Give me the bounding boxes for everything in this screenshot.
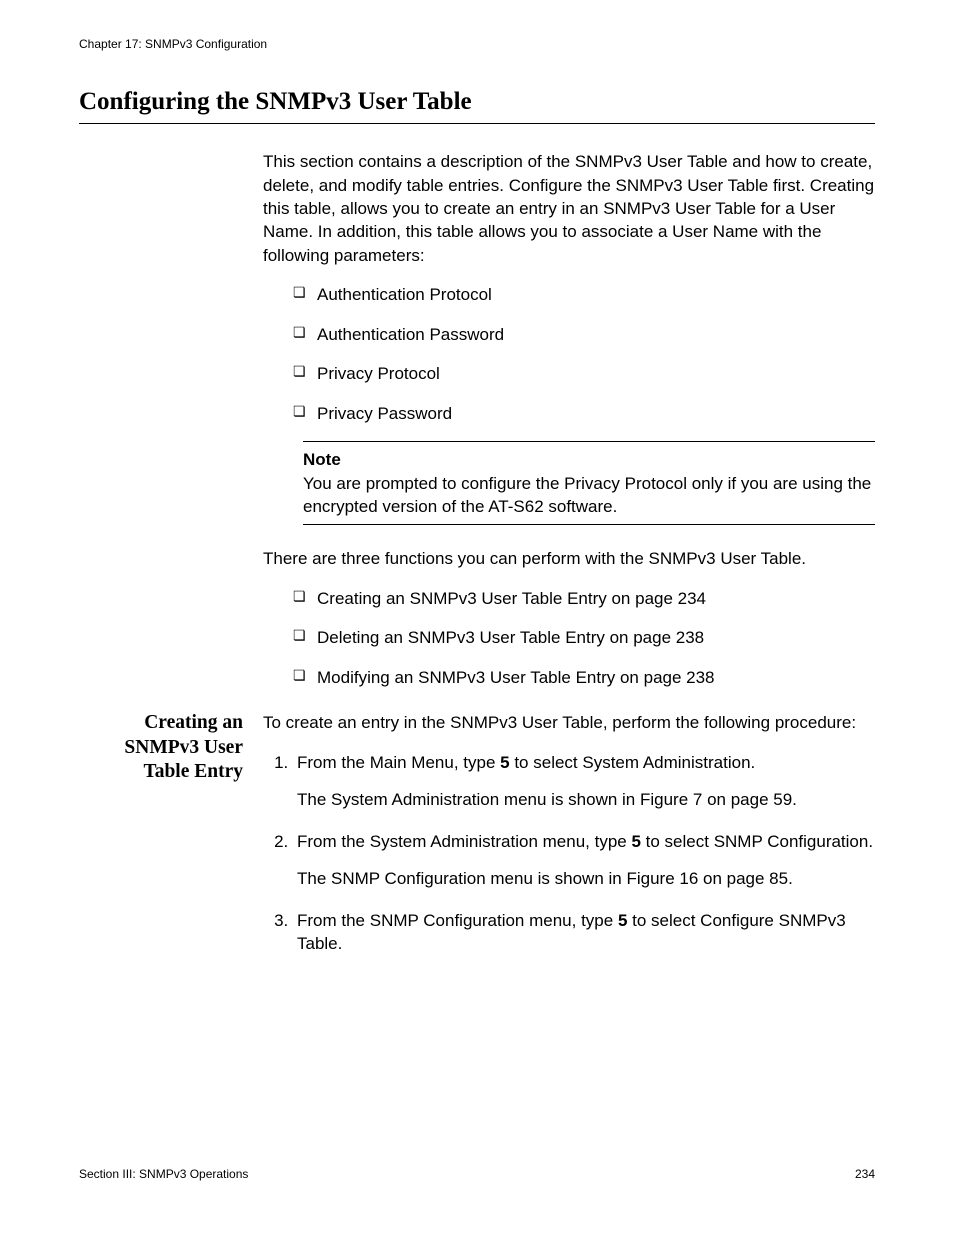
step-text-post: to select SNMP Configuration. — [641, 832, 873, 851]
step-key: 5 — [631, 832, 640, 851]
running-header: Chapter 17: SNMPv3 Configuration — [79, 36, 875, 53]
list-item: Authentication Password — [293, 323, 875, 346]
subsection-heading: Creating an SNMPv3 User Table Entry — [79, 711, 263, 969]
intro-paragraph: This section contains a description of t… — [263, 150, 875, 267]
step-result: The SNMP Configuration menu is shown in … — [297, 867, 875, 890]
note-label: Note — [303, 448, 875, 471]
step-text-pre: From the System Administration menu, typ… — [297, 832, 631, 851]
page-footer: Section III: SNMPv3 Operations 234 — [79, 1166, 875, 1183]
note-text: You are prompted to configure the Privac… — [303, 472, 875, 519]
step-item: From the System Administration menu, typ… — [293, 830, 875, 891]
step-text-pre: From the SNMP Configuration menu, type — [297, 911, 618, 930]
page: Chapter 17: SNMPv3 Configuration Configu… — [0, 0, 954, 1235]
list-item: Modifying an SNMPv3 User Table Entry on … — [293, 666, 875, 689]
list-item: Deleting an SNMPv3 User Table Entry on p… — [293, 626, 875, 649]
functions-list: Creating an SNMPv3 User Table Entry on p… — [263, 587, 875, 689]
list-item: Authentication Protocol — [293, 283, 875, 306]
step-result: The System Administration menu is shown … — [297, 788, 875, 811]
section-creating-entry: Creating an SNMPv3 User Table Entry To c… — [79, 711, 875, 969]
list-item: Creating an SNMPv3 User Table Entry on p… — [293, 587, 875, 610]
parameter-list: Authentication Protocol Authentication P… — [263, 283, 875, 425]
functions-intro: There are three functions you can perfor… — [263, 547, 875, 570]
step-text-post: to select System Administration. — [510, 753, 756, 772]
procedure-steps: From the Main Menu, type 5 to select Sys… — [263, 751, 875, 956]
step-key: 5 — [618, 911, 627, 930]
step-text-pre: From the Main Menu, type — [297, 753, 500, 772]
note-box: Note You are prompted to configure the P… — [303, 441, 875, 525]
procedure-intro: To create an entry in the SNMPv3 User Ta… — [263, 711, 875, 734]
list-item: Privacy Password — [293, 402, 875, 425]
section-intro: This section contains a description of t… — [79, 150, 875, 711]
step-item: From the SNMP Configuration menu, type 5… — [293, 909, 875, 956]
list-item: Privacy Protocol — [293, 362, 875, 385]
footer-section: Section III: SNMPv3 Operations — [79, 1166, 248, 1183]
step-item: From the Main Menu, type 5 to select Sys… — [293, 751, 875, 812]
page-title: Configuring the SNMPv3 User Table — [79, 85, 875, 125]
step-key: 5 — [500, 753, 509, 772]
footer-page-number: 234 — [855, 1166, 875, 1183]
